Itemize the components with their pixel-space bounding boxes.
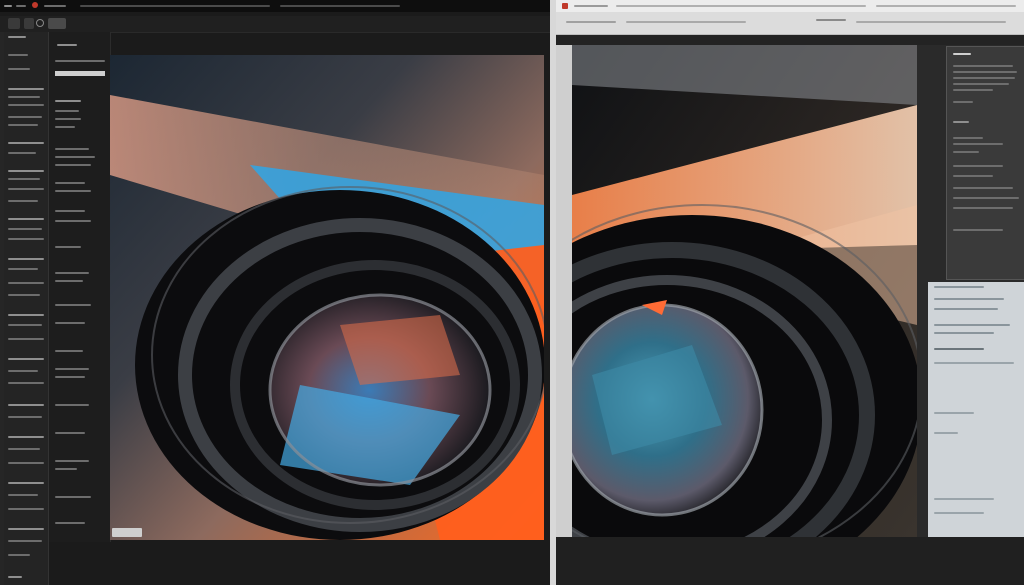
tab-active[interactable] [48, 18, 66, 29]
properties-panel [49, 32, 111, 542]
menu-item[interactable] [280, 5, 400, 7]
left-tabbar [0, 16, 550, 33]
menu-item[interactable] [44, 5, 66, 7]
app-icon[interactable] [562, 3, 568, 9]
tab[interactable] [8, 18, 20, 29]
left-menubar [0, 0, 550, 12]
menu-item[interactable] [80, 5, 270, 7]
left-canvas-image [110, 55, 544, 540]
canvas-size-label [112, 528, 142, 537]
menu-item[interactable] [4, 5, 12, 7]
layers-panel [4, 32, 49, 585]
right-statusbar [556, 537, 1024, 585]
right-canvas-image [572, 45, 917, 537]
details-panel [928, 282, 1024, 537]
info-panel [946, 46, 1024, 280]
right-toolbar [556, 12, 1024, 35]
search-icon[interactable] [36, 19, 44, 27]
close-icon[interactable] [32, 2, 38, 8]
menu-item[interactable] [16, 5, 26, 7]
vertical-scrollbar[interactable] [556, 45, 572, 537]
right-menubar [556, 0, 1024, 12]
tab[interactable] [24, 18, 34, 29]
